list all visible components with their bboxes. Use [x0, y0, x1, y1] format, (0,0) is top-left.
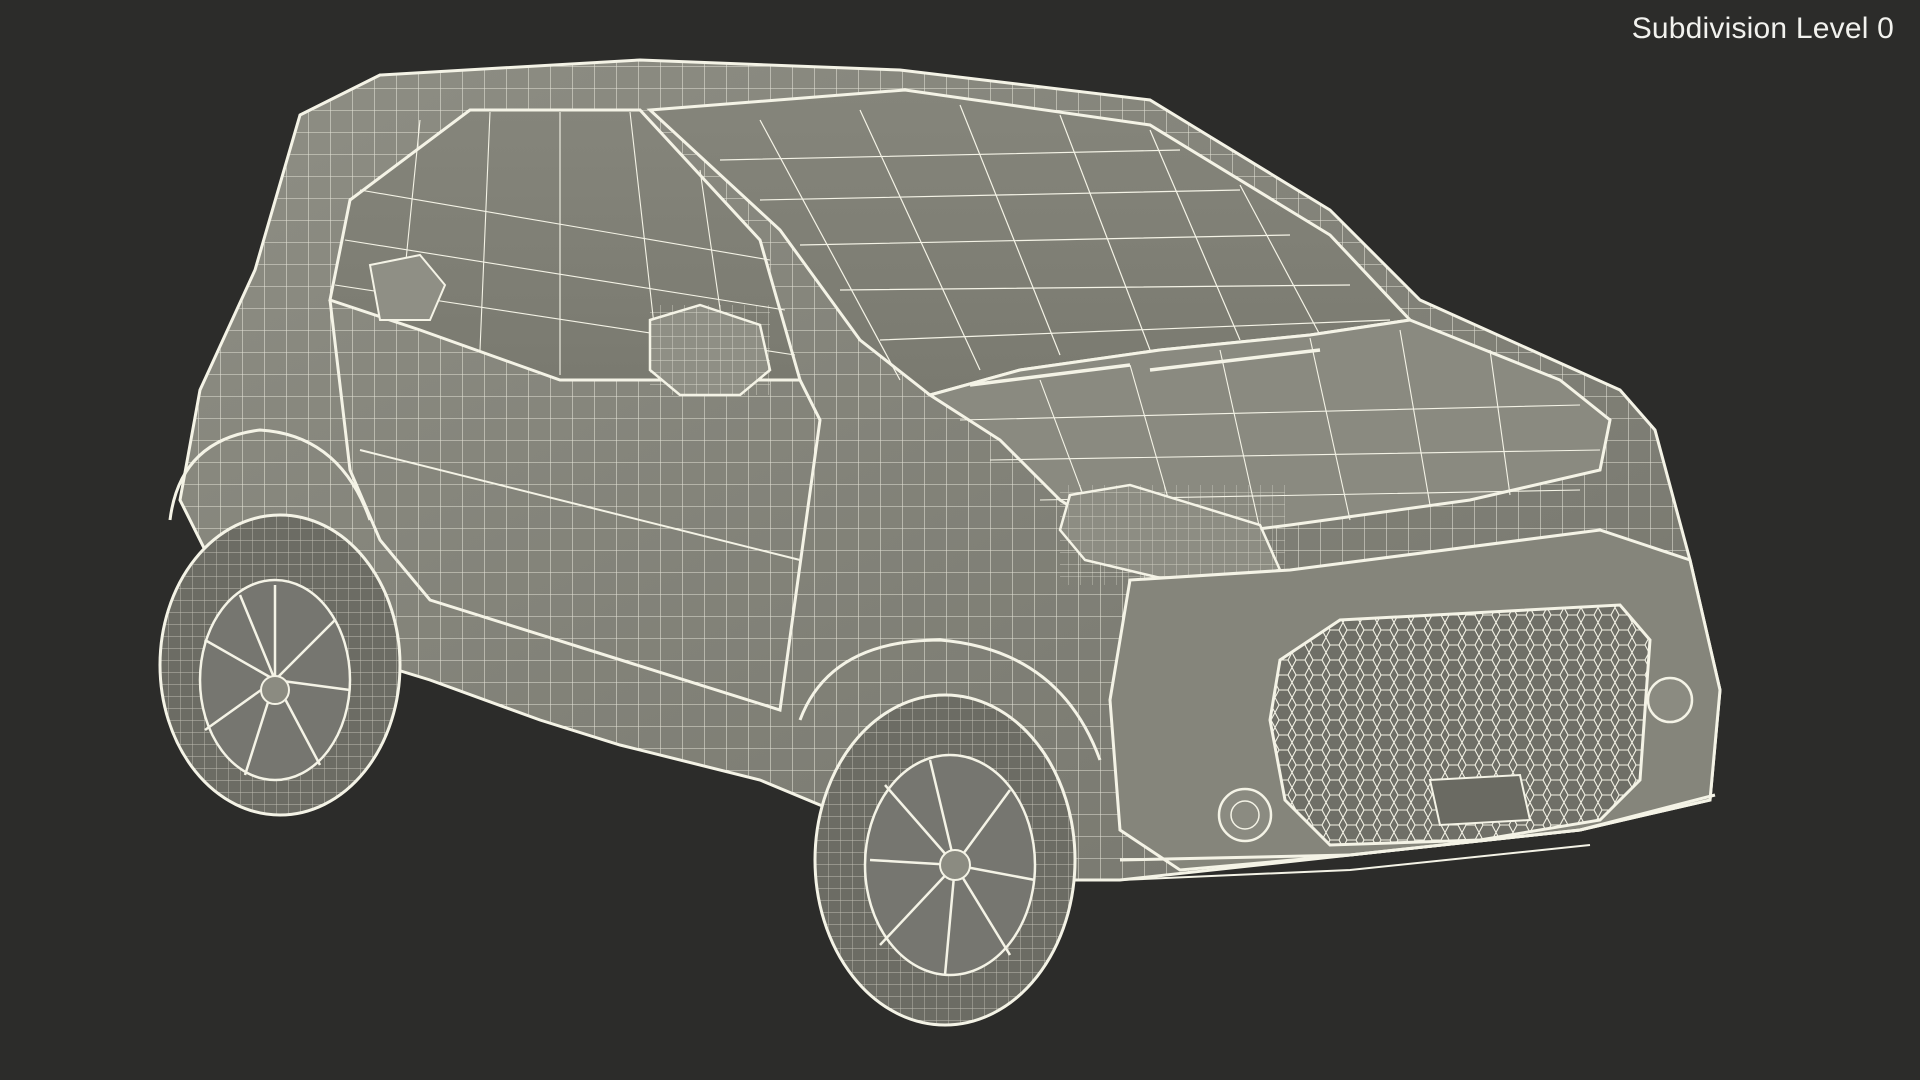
rear-wheel	[158, 513, 402, 817]
viewport: Subdivision Level 0	[0, 0, 1920, 1080]
wireframe-car-render	[158, 58, 1722, 1027]
front-wheel	[813, 693, 1077, 1027]
subdivision-level-label: Subdivision Level 0	[1631, 12, 1894, 45]
